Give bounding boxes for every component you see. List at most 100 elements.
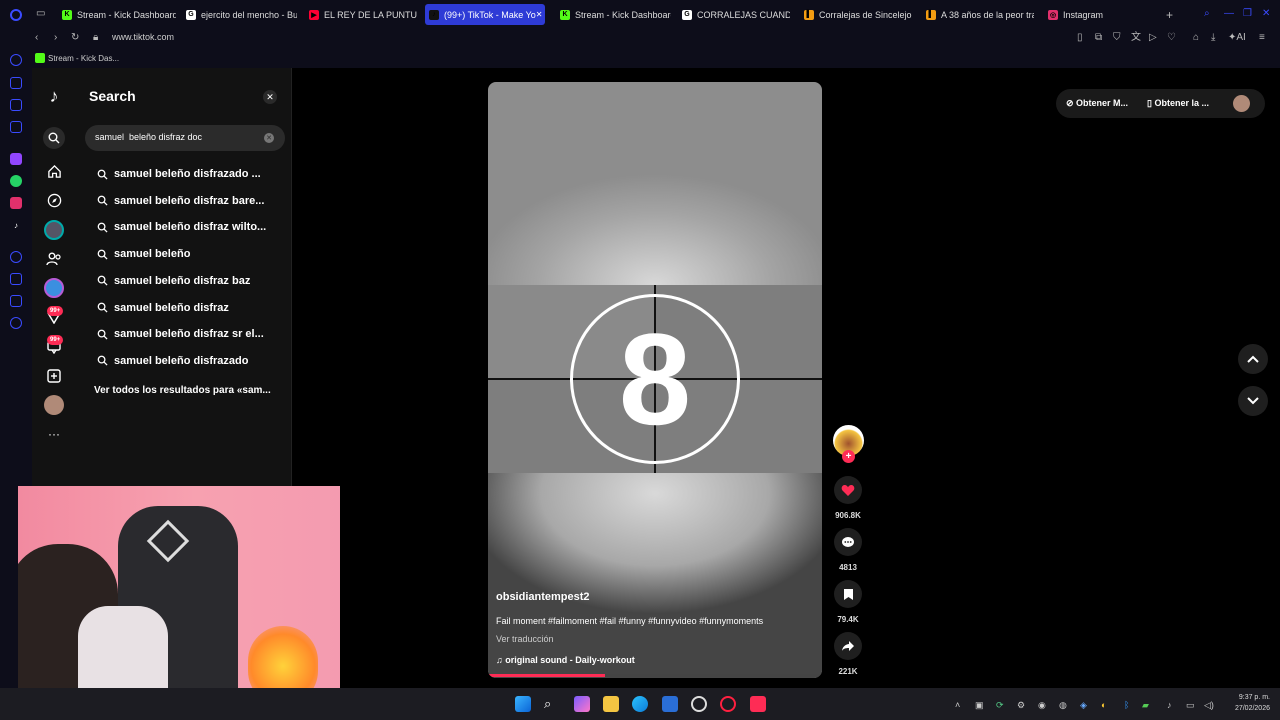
download-icon[interactable]: ⤓ — [1211, 33, 1215, 43]
live-icon[interactable] — [44, 278, 64, 298]
minimize-icon[interactable]: — — [1224, 9, 1234, 19]
downloads-icon[interactable] — [10, 273, 22, 285]
following-avatar-icon[interactable] — [44, 220, 64, 240]
browser-tab[interactable]: ◎ Instagram — [1044, 4, 1144, 25]
settings-icon[interactable] — [10, 317, 22, 329]
clock-date[interactable]: 27/02/2026 — [1222, 705, 1270, 712]
play-icon[interactable]: ▷ — [1149, 33, 1157, 43]
aria-icon[interactable] — [10, 54, 22, 66]
sound-link[interactable]: ♫ original sound - Daily-workout — [496, 655, 635, 665]
clear-input-icon[interactable]: ✕ — [264, 133, 274, 143]
progress-track[interactable] — [488, 674, 822, 677]
video-player[interactable]: 8 obsidiantempest2 Fail moment #failmome… — [488, 82, 822, 678]
like-button[interactable] — [834, 476, 862, 504]
friends-icon[interactable] — [44, 249, 64, 269]
opera-logo-icon[interactable] — [10, 9, 22, 21]
save-button[interactable] — [834, 580, 862, 608]
tray-sync-icon[interactable]: ⟳ — [996, 700, 1004, 711]
browser-tab[interactable]: ▌ Corralejas de Sincelejo, — [800, 4, 912, 25]
tiktok-icon[interactable]: ♪ — [10, 219, 22, 231]
twitch-icon[interactable] — [10, 153, 22, 165]
store-icon[interactable] — [662, 696, 678, 712]
browser-tab[interactable]: G CORRALEJAS CUANDO — [678, 4, 790, 25]
tray-chrome-icon[interactable]: ◐ — [1101, 700, 1106, 710]
windows-start-icon[interactable] — [515, 696, 531, 712]
tray-app-icon[interactable]: ▣ — [975, 700, 984, 711]
explore-icon[interactable] — [44, 190, 64, 210]
home-icon[interactable] — [44, 161, 64, 181]
video-caption[interactable]: Fail moment #failmoment #fail #funny #fu… — [496, 616, 763, 626]
see-all-results-link[interactable]: Ver todos los resultados para «sam... — [94, 385, 271, 396]
network-icon[interactable]: ▭ — [1186, 700, 1195, 711]
browser-tab[interactable]: K Stream - Kick Dashboard — [58, 4, 176, 25]
history-icon[interactable] — [10, 251, 22, 263]
next-video-button[interactable] — [1238, 386, 1268, 416]
ai-icon[interactable]: ✦AI — [1228, 33, 1246, 43]
search-suggestion[interactable]: samuel beleño disfraz bare... — [97, 195, 264, 207]
pinboard-icon[interactable] — [10, 121, 22, 133]
browser-tab[interactable]: ▶ EL REY DE LA PUNTUALI — [305, 4, 417, 25]
close-search-icon[interactable]: ✕ — [263, 90, 277, 104]
profile-avatar-icon[interactable] — [44, 395, 64, 415]
get-coins-button[interactable]: ⊘ Obtener M... — [1066, 98, 1128, 109]
user-avatar[interactable] — [1233, 95, 1250, 112]
get-app-button[interactable]: ▯ Obtener la ... — [1147, 98, 1209, 109]
taskbar-search-icon[interactable]: ⌕ — [544, 696, 560, 712]
upload-icon[interactable] — [44, 366, 64, 386]
translate-icon[interactable]: 文 — [1131, 33, 1141, 43]
maximize-icon[interactable]: ❐ — [1243, 9, 1252, 19]
tray-misc-icon[interactable]: ◈ — [1080, 700, 1087, 711]
search-icon[interactable] — [43, 127, 65, 149]
back-icon[interactable]: ‹ — [35, 33, 38, 43]
tray-steam-icon[interactable]: ◍ — [1059, 700, 1067, 711]
wallet-icon[interactable]: ⌂ — [1193, 33, 1199, 43]
tiktok-app-icon[interactable] — [750, 696, 766, 712]
heart-icon[interactable]: ♡ — [1167, 33, 1176, 43]
copilot-icon[interactable] — [574, 696, 590, 712]
forward-icon[interactable]: › — [54, 33, 57, 43]
obs-icon[interactable] — [691, 696, 707, 712]
follow-plus-icon[interactable]: + — [842, 450, 855, 463]
prev-video-button[interactable] — [1238, 344, 1268, 374]
search-input[interactable]: samuel beleño disfraz doc — [95, 132, 202, 142]
comment-button[interactable] — [834, 528, 862, 556]
bookmark-icon[interactable]: ▯ — [1077, 33, 1083, 43]
search-suggestion[interactable]: samuel beleño disfrazado ... — [97, 168, 261, 180]
instagram-icon[interactable] — [10, 197, 22, 209]
browser-tab[interactable]: ▌ A 38 años de la peor tra — [922, 4, 1034, 25]
menu-icon[interactable]: ≡ — [1259, 33, 1265, 43]
search-suggestion[interactable]: samuel beleño — [97, 248, 190, 260]
snapshot-icon[interactable]: ⧉ — [1095, 33, 1102, 43]
browser-tab[interactable]: Gejercito del mencho - Bu — [182, 4, 297, 25]
whatsapp-icon[interactable] — [10, 175, 22, 187]
search-suggestion[interactable]: samuel beleño disfraz wilto... — [97, 221, 266, 233]
reload-icon[interactable]: ↻ — [71, 33, 79, 43]
tiktok-logo-icon[interactable]: ♪ — [44, 86, 64, 106]
volume-icon[interactable]: ◁) — [1204, 700, 1214, 711]
tray-discord-icon[interactable]: ◉ — [1038, 700, 1046, 711]
player-icon[interactable] — [10, 99, 22, 111]
bluetooth-icon[interactable]: ᛒ — [1124, 700, 1129, 710]
browser-tab[interactable]: K Stream - Kick Dashboard — [556, 4, 671, 25]
nvidia-icon[interactable]: ▰ — [1142, 700, 1149, 711]
share-button[interactable] — [834, 632, 862, 660]
search-tabs-icon[interactable]: ⌕ — [1204, 9, 1210, 19]
tray-chevron-icon[interactable]: ˄ — [955, 700, 960, 710]
url-field[interactable]: www.tiktok.com — [112, 32, 174, 42]
shield-icon[interactable]: ⛉ — [1113, 33, 1121, 43]
video-author[interactable]: obsidiantempest2 — [496, 591, 590, 603]
search-input-box[interactable]: samuel beleño disfraz doc ✕ — [85, 125, 285, 151]
search-suggestion[interactable]: samuel beleño disfraz sr el... — [97, 328, 264, 340]
search-suggestion[interactable]: samuel beleño disfrazado — [97, 355, 248, 367]
file-explorer-icon[interactable] — [603, 696, 619, 712]
clock-time[interactable]: 9:37 p. m. — [1228, 694, 1270, 701]
new-tab-icon[interactable]: + — [1166, 9, 1173, 21]
search-suggestion[interactable]: samuel beleño disfraz baz — [97, 275, 250, 287]
bookmark-item[interactable]: Stream - Kick Das... — [48, 54, 119, 63]
search-suggestion[interactable]: samuel beleño disfraz — [97, 302, 229, 314]
close-window-icon[interactable]: ✕ — [1262, 9, 1270, 19]
translate-link[interactable]: Ver traducción — [496, 634, 554, 644]
more-icon[interactable]: ··· — [44, 424, 64, 444]
browser-tab[interactable]: ♪ (99+) TikTok - Make Yo ✕ — [425, 4, 545, 25]
tray-settings-icon[interactable]: ⚙ — [1017, 700, 1025, 711]
